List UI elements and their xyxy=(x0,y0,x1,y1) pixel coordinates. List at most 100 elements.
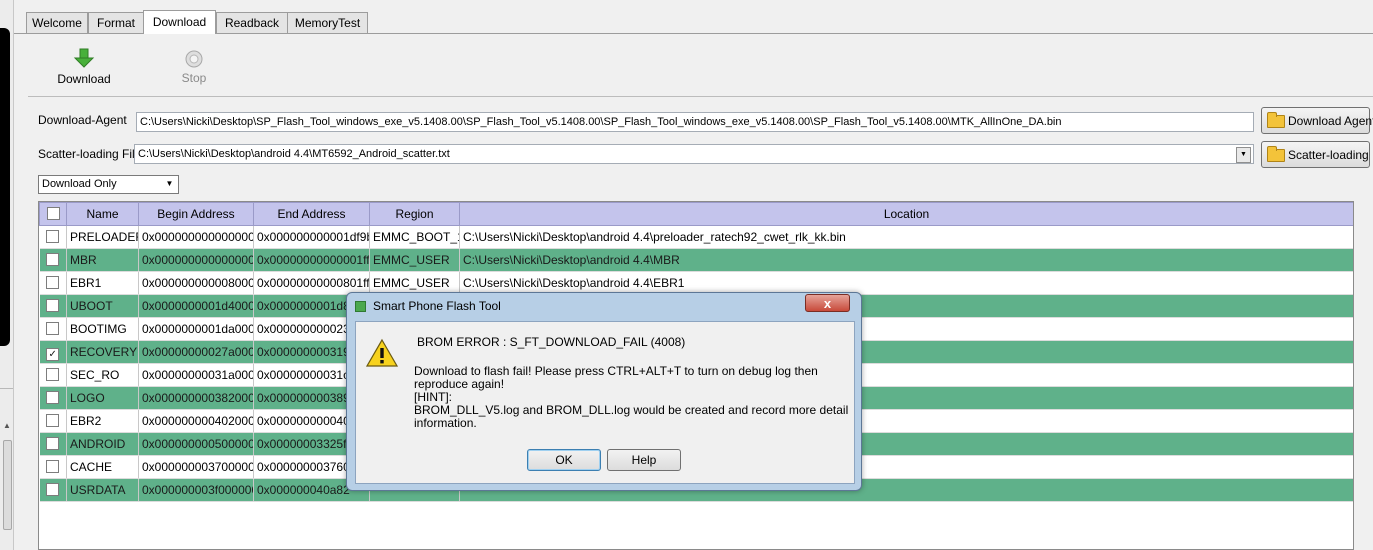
cell-name: RECOVERY xyxy=(66,340,139,364)
download-button-label: Download xyxy=(57,72,111,86)
download-agent-label: Download-Agent xyxy=(38,113,127,127)
tab-format[interactable]: Format xyxy=(88,12,144,33)
cell-location: C:\Users\Nicki\Desktop\android 4.4\prelo… xyxy=(459,225,1353,249)
tab-download[interactable]: Download xyxy=(143,10,216,34)
cell-begin: 0x000000003f000000 xyxy=(138,478,254,502)
row-checkbox-cell xyxy=(39,225,67,249)
cell-name: USRDATA xyxy=(66,478,139,502)
cell-name: CACHE xyxy=(66,455,139,479)
cell-begin: 0x0000000003820000 xyxy=(138,386,254,410)
cell-begin: 0x0000000000000000 xyxy=(138,225,254,249)
cell-begin: 0x0000000001da0000 xyxy=(138,317,254,341)
cell-name: SEC_RO xyxy=(66,363,139,387)
cell-begin: 0x0000000000080000 xyxy=(138,271,254,295)
scatter-loading-button[interactable]: Scatter-loading xyxy=(1261,141,1370,168)
row-checkbox[interactable] xyxy=(46,437,60,450)
cell-begin: 0x00000000031a0000 xyxy=(138,363,254,387)
folder-icon xyxy=(1267,112,1285,128)
row-checkbox[interactable]: ✓ xyxy=(46,347,60,361)
cell-begin: 0x0000000000000000 xyxy=(138,248,254,272)
error-code-text: BROM ERROR : S_FT_DOWNLOAD_FAIL (4008) xyxy=(417,335,686,349)
message-line: information. xyxy=(414,416,477,430)
cell-end: 0x00000000000001ff xyxy=(253,248,370,272)
app-icon xyxy=(355,301,366,312)
row-checkbox[interactable] xyxy=(46,368,60,381)
scroll-up-arrow-icon[interactable]: ▲ xyxy=(2,420,12,432)
toolbar-divider xyxy=(28,96,1373,97)
empty-cell xyxy=(370,524,460,546)
column-header-end-address[interactable]: End Address xyxy=(253,202,370,226)
row-checkbox[interactable] xyxy=(46,322,60,335)
chevron-down-icon[interactable]: ▼ xyxy=(1236,147,1251,163)
row-checkbox[interactable] xyxy=(46,460,60,473)
cell-begin: 0x0000000004020000 xyxy=(138,409,254,433)
dialog-title: Smart Phone Flash Tool xyxy=(373,299,501,313)
row-checkbox[interactable] xyxy=(46,414,60,427)
dialog-body: BROM ERROR : S_FT_DOWNLOAD_FAIL (4008) D… xyxy=(355,321,855,484)
row-checkbox[interactable] xyxy=(46,483,60,496)
stop-button-label: Stop xyxy=(181,71,207,85)
row-checkbox[interactable] xyxy=(46,230,60,243)
cell-region: EMMC_USER xyxy=(369,248,460,272)
empty-cell xyxy=(67,524,139,546)
scrollbar-thumb[interactable] xyxy=(3,440,12,530)
select-all-checkbox[interactable] xyxy=(46,207,60,220)
tab-welcome[interactable]: Welcome xyxy=(26,12,88,33)
scatter-file-combobox[interactable]: C:\Users\Nicki\Desktop\android 4.4\MT659… xyxy=(134,144,1254,164)
download-agent-path-field[interactable]: C:\Users\Nicki\Desktop\SP_Flash_Tool_win… xyxy=(136,112,1254,132)
empty-cell xyxy=(40,524,67,546)
row-checkbox-cell xyxy=(39,432,67,456)
cell-begin: 0x0000000001d40000 xyxy=(138,294,254,318)
download-arrow-icon xyxy=(73,48,95,68)
warning-icon xyxy=(366,338,398,367)
row-checkbox[interactable] xyxy=(46,276,60,289)
folder-icon xyxy=(1267,146,1285,162)
tab-readback[interactable]: Readback xyxy=(216,12,288,33)
divider xyxy=(0,388,13,389)
column-header-name[interactable]: Name xyxy=(66,202,139,226)
phone-image xyxy=(0,28,10,346)
close-icon: x xyxy=(823,296,832,311)
ok-button[interactable]: OK xyxy=(527,449,601,471)
stop-button[interactable]: Stop xyxy=(170,50,218,88)
download-mode-select[interactable]: Download Only ▼ xyxy=(38,175,179,194)
download-agent-button[interactable]: Download Agent xyxy=(1261,107,1373,134)
cell-name: MBR xyxy=(66,248,139,272)
scatter-file-value: C:\Users\Nicki\Desktop\android 4.4\MT659… xyxy=(138,148,450,160)
cell-name: ANDROID xyxy=(66,432,139,456)
download-mode-value: Download Only xyxy=(42,178,117,190)
empty-cell xyxy=(370,502,460,525)
cell-name: PRELOADER xyxy=(66,225,139,249)
tab-memorytest[interactable]: MemoryTest xyxy=(287,12,368,33)
row-checkbox-cell xyxy=(39,294,67,318)
row-checkbox-cell xyxy=(39,271,67,295)
stop-icon xyxy=(185,50,203,68)
row-checkbox-cell xyxy=(39,478,67,502)
empty-cell xyxy=(67,502,139,525)
row-checkbox[interactable] xyxy=(46,299,60,312)
table-row[interactable]: PRELOADER 0x0000000000000000 0x00000000000… xyxy=(39,225,1353,249)
table-row[interactable]: MBR 0x0000000000000000 0x00000000000001ff E… xyxy=(39,248,1353,272)
row-checkbox-cell xyxy=(39,248,67,272)
help-button[interactable]: Help xyxy=(607,449,681,471)
cell-name: EBR2 xyxy=(66,409,139,433)
chevron-down-icon[interactable]: ▼ xyxy=(163,177,176,190)
select-all-header[interactable] xyxy=(39,202,67,226)
empty-row xyxy=(40,502,1354,525)
scatter-file-label: Scatter-loading File xyxy=(38,147,142,161)
error-dialog: Smart Phone Flash Tool x BROM ERROR : S_… xyxy=(346,292,862,491)
column-header-begin-address[interactable]: Begin Address xyxy=(138,202,254,226)
row-checkbox-cell xyxy=(39,455,67,479)
column-header-location[interactable]: Location xyxy=(459,202,1353,226)
close-button[interactable]: x xyxy=(805,294,850,312)
download-button[interactable]: Download xyxy=(52,48,116,88)
tab-bar: Welcome Format Download Readback MemoryT… xyxy=(14,0,1373,34)
cell-name: UBOOT xyxy=(66,294,139,318)
row-checkbox[interactable] xyxy=(46,391,60,404)
empty-cell xyxy=(40,502,67,525)
row-checkbox[interactable] xyxy=(46,253,60,266)
empty-cell xyxy=(139,524,254,546)
column-header-region[interactable]: Region xyxy=(369,202,460,226)
download-agent-button-label: Download Agent xyxy=(1288,114,1373,128)
cell-end: 0x000000000001df9b xyxy=(253,225,370,249)
